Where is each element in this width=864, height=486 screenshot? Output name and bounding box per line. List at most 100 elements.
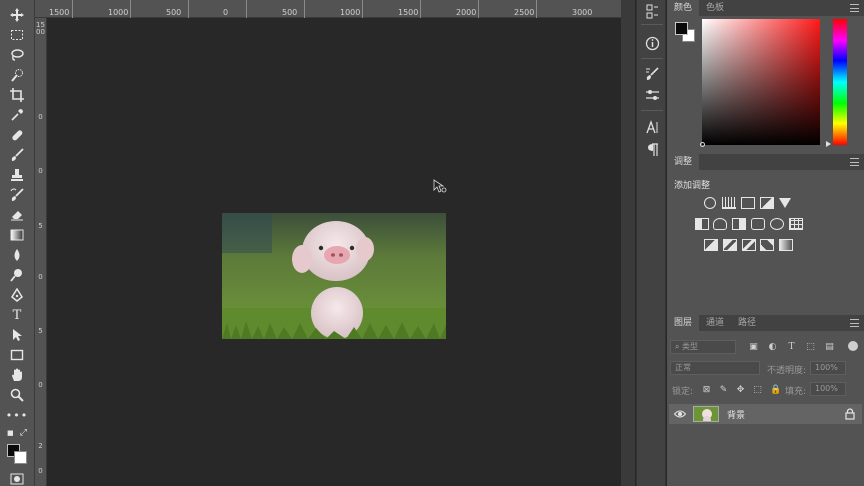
brush-tool-icon[interactable] bbox=[7, 146, 27, 164]
threshold-icon[interactable] bbox=[742, 239, 756, 251]
layer-filter-kind-select[interactable]: ⌕ 类型 bbox=[670, 340, 736, 354]
tab-color[interactable]: 颜色 bbox=[667, 0, 700, 16]
filter-toggle-icon[interactable] bbox=[848, 341, 858, 351]
black-white-icon[interactable] bbox=[732, 218, 746, 230]
layer-thumbnail[interactable] bbox=[693, 406, 719, 422]
filter-pixel-icon[interactable]: ▣ bbox=[749, 343, 758, 352]
eyedropper-tool-icon[interactable] bbox=[7, 106, 27, 124]
panel-menu-icon[interactable] bbox=[850, 4, 859, 12]
blend-mode-select[interactable]: 正常 bbox=[670, 361, 760, 375]
ruler-label: 2500 bbox=[514, 8, 535, 17]
brush-settings-icon[interactable] bbox=[643, 64, 661, 82]
adjustments-panel-tabs: 调整 bbox=[667, 154, 864, 170]
brightness-contrast-icon[interactable] bbox=[704, 197, 716, 209]
marquee-tool-icon[interactable] bbox=[7, 26, 27, 44]
crop-tool-icon[interactable] bbox=[7, 86, 27, 104]
tab-adjustments[interactable]: 调整 bbox=[667, 154, 700, 170]
photo-filter-icon[interactable] bbox=[751, 218, 765, 230]
clone-stamp-tool-icon[interactable] bbox=[7, 166, 27, 184]
hue-slider[interactable] bbox=[833, 19, 847, 145]
tools-panel: T ••• ■ ⤢ bbox=[0, 0, 35, 486]
panel-menu-icon[interactable] bbox=[850, 319, 859, 327]
dodge-tool-icon[interactable] bbox=[7, 266, 27, 284]
gradient-map-icon[interactable] bbox=[779, 239, 793, 251]
fill-input[interactable]: 100% bbox=[810, 382, 846, 396]
lasso-tool-icon[interactable] bbox=[7, 46, 27, 64]
ruler-label: 3000 bbox=[572, 8, 593, 17]
channel-mixer-icon[interactable] bbox=[770, 218, 784, 230]
swap-colors-icon[interactable]: ■ ⤢ bbox=[7, 427, 27, 439]
ruler-label: 0 bbox=[38, 381, 43, 389]
more-tools-icon[interactable]: ••• bbox=[6, 406, 27, 424]
hue-saturation-icon[interactable] bbox=[695, 218, 709, 230]
ruler-label: 5 bbox=[38, 222, 43, 230]
layer-name[interactable]: 背景 bbox=[727, 408, 745, 421]
filter-smart-object-icon[interactable]: ▤ bbox=[825, 343, 834, 352]
ruler-label: 1500 bbox=[36, 21, 45, 36]
color-swatches[interactable] bbox=[6, 440, 28, 464]
selective-color-icon[interactable] bbox=[760, 239, 774, 251]
opacity-input[interactable]: 100% bbox=[810, 361, 846, 375]
mouse-cursor-icon bbox=[433, 179, 447, 193]
type-tool-icon[interactable]: T bbox=[7, 306, 27, 324]
panel-menu-icon[interactable] bbox=[850, 158, 859, 166]
background-color-swatch[interactable] bbox=[14, 451, 27, 464]
history-brush-tool-icon[interactable] bbox=[7, 186, 27, 204]
panels-area: 颜色 色板 调整 添加调整 图层 通道 路径 ⌕ 类型 ▣ ◐ T ⬚ ▤ 正常… bbox=[667, 0, 864, 486]
layer-row[interactable]: 背景 bbox=[669, 404, 862, 424]
canvas-area[interactable] bbox=[48, 19, 621, 486]
info-panel-icon[interactable] bbox=[643, 34, 661, 52]
curves-icon[interactable] bbox=[741, 197, 755, 209]
rectangle-tool-icon[interactable] bbox=[7, 346, 27, 364]
ruler-tick bbox=[188, 0, 189, 18]
vertical-scrollbar[interactable] bbox=[621, 0, 635, 486]
lock-icon bbox=[845, 408, 855, 420]
foreground-color-swatch[interactable] bbox=[675, 22, 688, 35]
ruler-tick bbox=[304, 0, 305, 18]
filter-shape-icon[interactable]: ⬚ bbox=[806, 343, 815, 352]
path-selection-tool-icon[interactable] bbox=[7, 326, 27, 344]
invert-icon[interactable] bbox=[704, 239, 718, 251]
ruler-label: 0 bbox=[38, 467, 43, 475]
levels-icon[interactable] bbox=[722, 197, 736, 209]
exposure-icon[interactable] bbox=[760, 197, 774, 209]
blur-tool-icon[interactable] bbox=[7, 246, 27, 264]
picker-marker[interactable] bbox=[700, 142, 705, 147]
history-panel-icon[interactable] bbox=[643, 2, 661, 20]
posterize-icon[interactable] bbox=[723, 239, 737, 251]
tab-paths[interactable]: 路径 bbox=[731, 315, 763, 331]
quick-selection-tool-icon[interactable] bbox=[7, 66, 27, 84]
tab-channels[interactable]: 通道 bbox=[699, 315, 731, 331]
color-lookup-icon[interactable] bbox=[789, 218, 803, 230]
tab-swatches[interactable]: 色板 bbox=[699, 0, 731, 16]
character-panel-icon[interactable] bbox=[643, 118, 661, 136]
pen-tool-icon[interactable] bbox=[7, 286, 27, 304]
lock-transparent-icon[interactable]: ⊠ bbox=[702, 386, 711, 395]
tab-layers[interactable]: 图层 bbox=[667, 315, 700, 331]
quick-mask-icon[interactable] bbox=[7, 470, 27, 486]
filter-type-icon[interactable]: T bbox=[787, 343, 796, 352]
eraser-tool-icon[interactable] bbox=[7, 206, 27, 224]
lock-all-icon[interactable]: 🔒 bbox=[770, 386, 781, 395]
color-picker-field[interactable] bbox=[700, 19, 820, 147]
healing-brush-tool-icon[interactable] bbox=[7, 126, 27, 144]
vertical-ruler: 1500 0 0 5 0 5 0 2 0 bbox=[35, 18, 47, 486]
gradient-tool-icon[interactable] bbox=[7, 226, 27, 244]
filter-adjustment-icon[interactable]: ◐ bbox=[768, 343, 777, 352]
zoom-tool-icon[interactable] bbox=[7, 386, 27, 404]
lock-artboard-icon[interactable]: ⬚ bbox=[753, 386, 762, 395]
eye-icon[interactable] bbox=[674, 409, 686, 419]
paragraph-panel-icon[interactable] bbox=[643, 140, 661, 158]
color-balance-icon[interactable] bbox=[713, 218, 727, 230]
ruler-tick bbox=[478, 0, 479, 18]
hue-slider-handle[interactable] bbox=[826, 141, 831, 147]
vibrance-icon[interactable] bbox=[779, 198, 791, 208]
document-image-piglet[interactable] bbox=[222, 213, 446, 339]
lock-position-icon[interactable]: ✥ bbox=[736, 386, 745, 395]
color-panel-tabs: 颜色 色板 bbox=[667, 0, 864, 16]
collapsed-panels-dock bbox=[636, 0, 666, 486]
properties-panel-icon[interactable] bbox=[643, 86, 661, 104]
hand-tool-icon[interactable] bbox=[7, 366, 27, 384]
move-tool-icon[interactable] bbox=[7, 6, 27, 24]
lock-image-icon[interactable]: ✎ bbox=[719, 386, 728, 395]
